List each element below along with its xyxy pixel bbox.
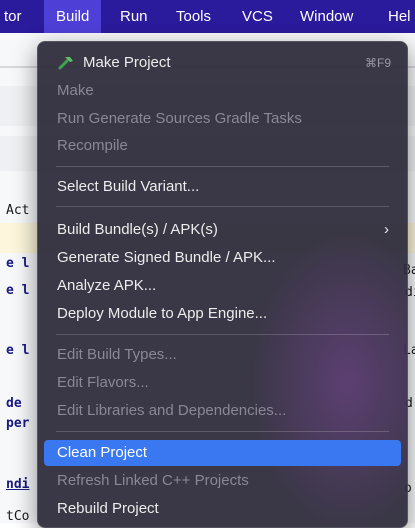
- menu-separator: [56, 334, 389, 335]
- menu-separator: [56, 206, 389, 207]
- edit-libraries-label: Edit Libraries and Dependencies...: [57, 402, 287, 419]
- deploy-app-engine-label: Deploy Module to App Engine...: [57, 305, 268, 322]
- refresh-linked-cpp-label: Refresh Linked C++ Projects: [57, 472, 249, 489]
- make-item[interactable]: Make: [44, 78, 401, 104]
- make-label: Make: [57, 82, 94, 99]
- rebuild-project-item[interactable]: Rebuild Project: [44, 496, 401, 522]
- refresh-linked-cpp-item[interactable]: Refresh Linked C++ Projects: [44, 468, 401, 494]
- edit-flavors-label: Edit Flavors...: [57, 374, 149, 391]
- menu-separator: [56, 431, 389, 432]
- recompile-label: Recompile: [57, 137, 128, 154]
- code-fragment: per: [6, 416, 30, 431]
- edit-libraries-item[interactable]: Edit Libraries and Dependencies...: [44, 398, 401, 424]
- menu-run[interactable]: Run: [120, 0, 148, 33]
- rebuild-project-label: Rebuild Project: [57, 500, 159, 517]
- analyze-apk-label: Analyze APK...: [57, 277, 157, 294]
- analyze-apk-item[interactable]: Analyze APK...: [44, 273, 401, 299]
- build-bundle-apk-item[interactable]: Build Bundle(s) / APK(s) ›: [44, 217, 401, 243]
- recompile-item[interactable]: Recompile: [44, 133, 401, 159]
- make-project-label: Make Project: [83, 54, 171, 71]
- code-fragment: de: [6, 396, 22, 411]
- menu-separator: [56, 166, 389, 167]
- build-bundle-apk-label: Build Bundle(s) / APK(s): [57, 221, 218, 238]
- menu-editor[interactable]: tor: [4, 0, 22, 33]
- edit-build-types-item[interactable]: Edit Build Types...: [44, 342, 401, 368]
- make-project-shortcut: ⌘F9: [364, 56, 391, 70]
- code-fragment: tCo: [6, 509, 30, 524]
- hammer-icon: [58, 57, 73, 70]
- generate-signed-bundle-label: Generate Signed Bundle / APK...: [57, 249, 276, 266]
- code-fragment: Act: [6, 203, 30, 218]
- menu-window[interactable]: Window: [300, 0, 353, 33]
- menubar: tor Build Run Tools VCS Window Hel: [0, 0, 415, 33]
- select-build-variant-label: Select Build Variant...: [57, 178, 200, 195]
- generate-signed-bundle-item[interactable]: Generate Signed Bundle / APK...: [44, 245, 401, 271]
- make-project-item[interactable]: Make Project ⌘F9: [44, 50, 401, 76]
- select-build-variant-item[interactable]: Select Build Variant...: [44, 174, 401, 200]
- build-menu: Make Project ⌘F9 Make Run Generate Sourc…: [37, 41, 408, 528]
- clean-project-item[interactable]: Clean Project: [44, 440, 401, 466]
- run-generate-sources-label: Run Generate Sources Gradle Tasks: [57, 110, 302, 127]
- code-fragment: e l: [6, 283, 30, 298]
- code-fragment: ndi: [6, 477, 30, 492]
- code-fragment: e l: [6, 256, 30, 271]
- clean-project-label: Clean Project: [57, 444, 148, 461]
- edit-flavors-item[interactable]: Edit Flavors...: [44, 370, 401, 396]
- code-fragment: e l: [6, 343, 30, 358]
- deploy-app-engine-item[interactable]: Deploy Module to App Engine...: [44, 301, 401, 327]
- edit-build-types-label: Edit Build Types...: [57, 346, 177, 363]
- run-generate-sources-item[interactable]: Run Generate Sources Gradle Tasks: [44, 106, 401, 132]
- menu-tools[interactable]: Tools: [176, 0, 211, 33]
- menu-vcs[interactable]: VCS: [242, 0, 273, 33]
- menu-help[interactable]: Hel: [388, 0, 411, 33]
- chevron-right-icon: ›: [384, 221, 389, 238]
- menu-build[interactable]: Build: [44, 0, 102, 33]
